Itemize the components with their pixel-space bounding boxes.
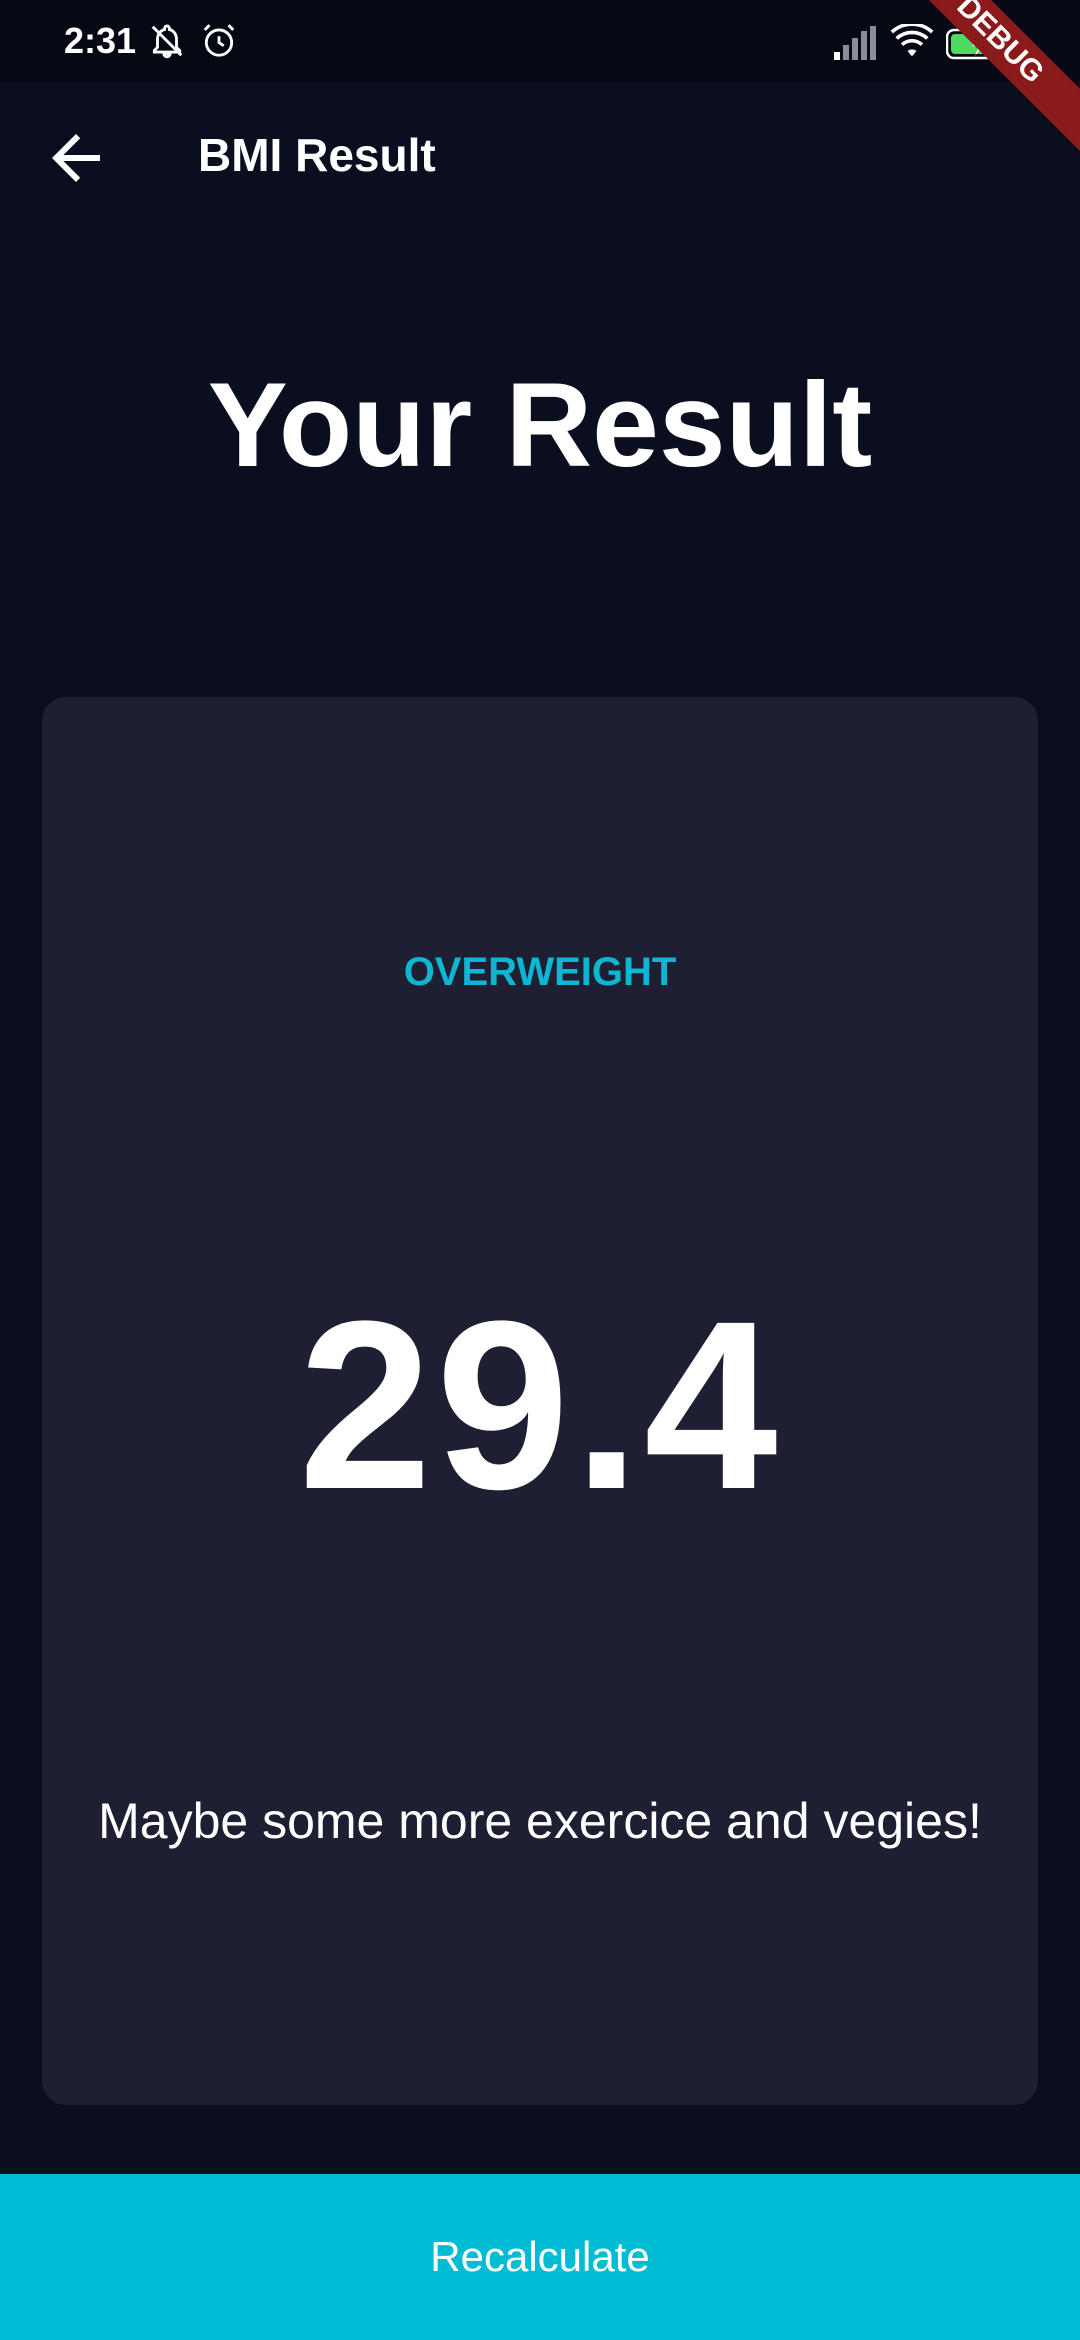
- recalculate-button[interactable]: Recalculate: [0, 2174, 1080, 2340]
- wifi-icon: [890, 24, 934, 57]
- advice-text: Maybe some more exercice and vegies!: [98, 1793, 982, 1849]
- page-title: Your Result: [207, 358, 873, 492]
- recalculate-label: Recalculate: [430, 2233, 650, 2280]
- app-bar: BMI Result: [0, 82, 1080, 232]
- app-bar-title: BMI Result: [198, 129, 436, 181]
- signal-icon: [834, 26, 876, 60]
- result-category: OVERWEIGHT: [403, 950, 677, 994]
- alarm-icon: [203, 24, 235, 57]
- bmi-result-screen: 2:31 DEBUG BMI Result Your Result OVERWE…: [0, 0, 1080, 2340]
- back-button[interactable]: [40, 122, 112, 194]
- result-card: OVERWEIGHT 29.4 Maybe some more exercice…: [42, 697, 1038, 2105]
- arrow-back-icon: [52, 134, 100, 182]
- status-bar: 2:31: [0, 0, 1080, 82]
- bmi-value: 29.4: [298, 1271, 782, 1539]
- status-time: 2:31: [64, 20, 137, 61]
- notifications-off-icon: [151, 24, 183, 59]
